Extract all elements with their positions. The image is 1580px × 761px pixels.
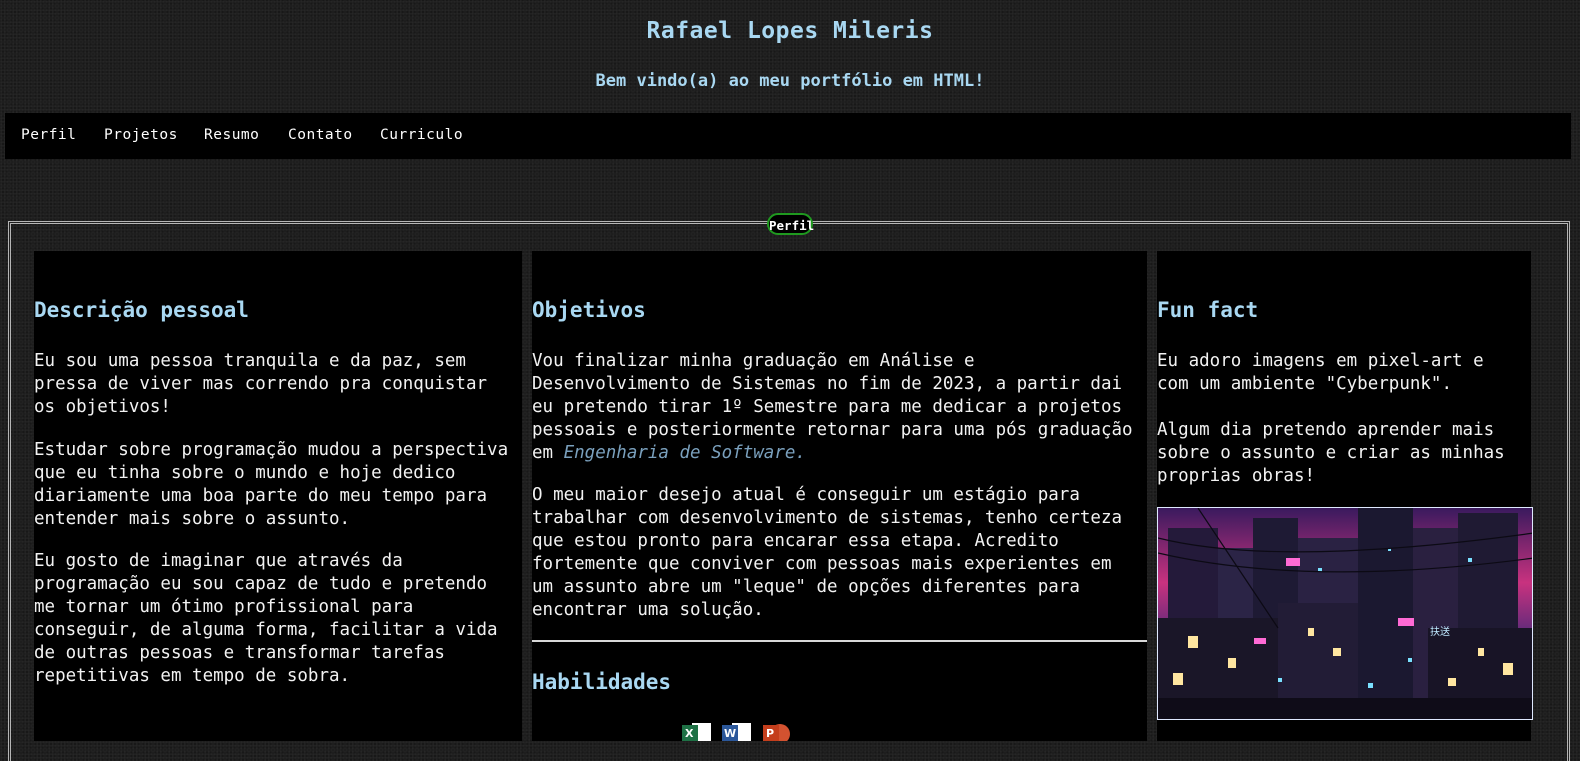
svg-text:X: X bbox=[685, 727, 694, 740]
funfact-heading: Fun fact bbox=[1157, 298, 1259, 322]
funfact-paragraph-2: Algum dia pretendo aprender mais sobre o… bbox=[1157, 420, 1505, 486]
funfact-column: Fun fact Eu adoro imagens em pixel-art e… bbox=[1157, 251, 1533, 741]
excel-icon: X bbox=[682, 723, 711, 741]
site-title: Rafael Lopes Mileris bbox=[646, 18, 934, 44]
descricao-paragraph-3: Eu gosto de imaginar que através da prog… bbox=[34, 551, 498, 686]
neon-sign-1: 扶送 bbox=[1430, 625, 1450, 638]
cyberpunk-city-illustration: 扶送 bbox=[1158, 508, 1532, 719]
nav-link-resumo[interactable]: Resumo bbox=[204, 127, 259, 143]
nav-link-contato[interactable]: Contato bbox=[288, 127, 353, 143]
site-header: Rafael Lopes Mileris Bem vindo(a) ao meu… bbox=[0, 0, 1580, 113]
site-subtitle: Bem vindo(a) ao meu portfólio em HTML! bbox=[595, 71, 985, 91]
objetivos-paragraph-1-end: . bbox=[795, 443, 806, 463]
word-icon: W bbox=[722, 723, 751, 741]
objetivos-paragraph-1: Vou finalizar minha graduação em Análise… bbox=[532, 350, 1133, 465]
habilidades-heading: Habilidades bbox=[532, 670, 672, 694]
nav-link-perfil[interactable]: Perfil bbox=[21, 127, 76, 143]
objetivos-heading: Objetivos bbox=[532, 298, 646, 322]
nav-link-curriculo[interactable]: Curriculo bbox=[380, 127, 463, 143]
objetivos-column: Objetivos Vou finalizar minha graduação … bbox=[532, 251, 1147, 741]
descricao-heading: Descrição pessoal bbox=[34, 298, 249, 322]
svg-text:P: P bbox=[766, 727, 774, 740]
objetivos-paragraph-2: O meu maior desejo atual é conseguir um … bbox=[532, 485, 1123, 620]
funfact-paragraph-1: Eu adoro imagens em pixel-art e com um a… bbox=[1157, 351, 1484, 394]
descricao-paragraph-1: Eu sou uma pessoa tranquila e da paz, se… bbox=[34, 351, 488, 417]
engenharia-software-link[interactable]: Engenharia de Software bbox=[564, 443, 796, 463]
descricao-column: Descrição pessoal Eu sou uma pessoa tran… bbox=[34, 251, 522, 741]
section-divider bbox=[532, 640, 1147, 642]
section-legend: Perfil bbox=[767, 213, 814, 235]
powerpoint-icon: P bbox=[763, 724, 790, 741]
nav-link-projetos[interactable]: Projetos bbox=[104, 127, 178, 143]
cyberpunk-city-image: 扶送 bbox=[1157, 507, 1533, 720]
descricao-paragraph-2: Estudar sobre programação mudou a perspe… bbox=[34, 440, 509, 529]
main-nav: Perfil Projetos Resumo Contato Curriculo bbox=[5, 113, 1571, 159]
svg-text:W: W bbox=[724, 727, 736, 740]
